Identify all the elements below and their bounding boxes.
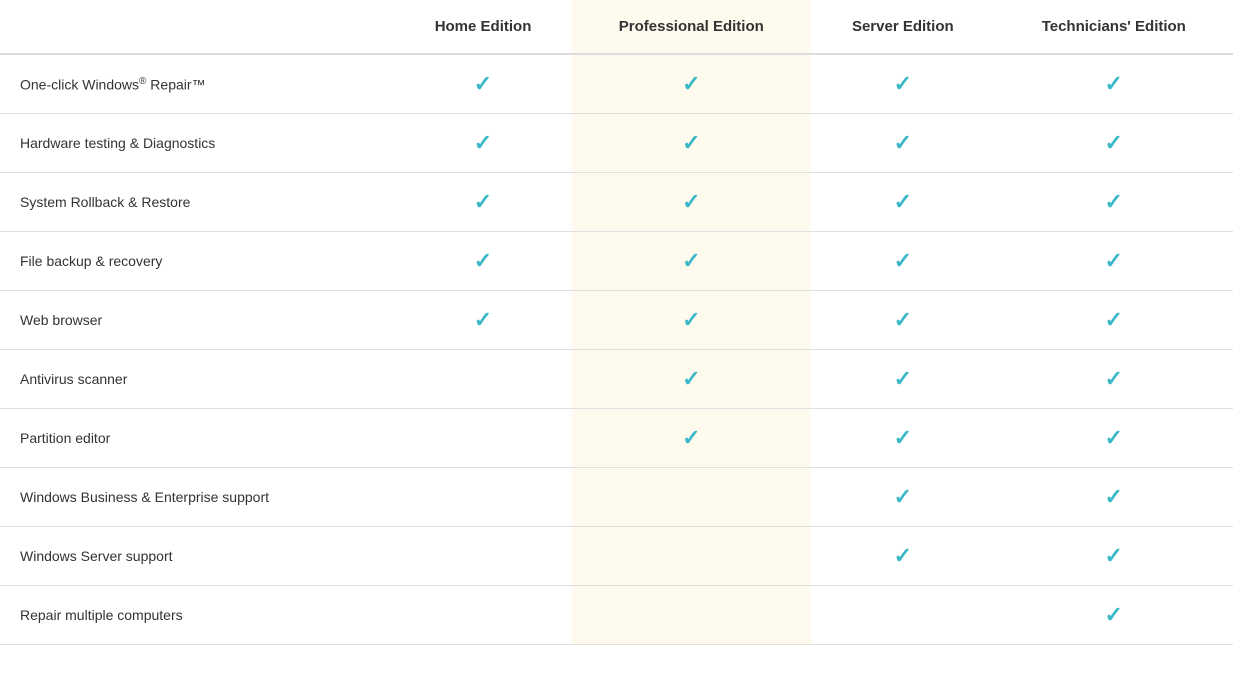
technicians-check-cell xyxy=(995,586,1233,645)
feature-name-cell: System Rollback & Restore xyxy=(0,173,395,232)
check-icon xyxy=(682,71,700,96)
check-icon xyxy=(894,484,912,509)
check-icon xyxy=(1105,71,1123,96)
table-row: Hardware testing & Diagnostics xyxy=(0,114,1233,173)
professional-check-cell xyxy=(572,350,812,409)
table-row: Windows Server support xyxy=(0,527,1233,586)
feature-name-cell: Hardware testing & Diagnostics xyxy=(0,114,395,173)
professional-check-cell xyxy=(572,409,812,468)
check-icon xyxy=(1105,602,1123,627)
check-icon xyxy=(474,189,492,214)
feature-name-cell: Web browser xyxy=(0,291,395,350)
server-check-cell xyxy=(811,291,994,350)
table-row: Repair multiple computers xyxy=(0,586,1233,645)
technicians-check-cell xyxy=(995,114,1233,173)
table-row: One-click Windows® Repair™ xyxy=(0,54,1233,114)
check-icon xyxy=(682,248,700,273)
table-row: Windows Business & Enterprise support xyxy=(0,468,1233,527)
check-icon xyxy=(682,130,700,155)
technicians-check-cell xyxy=(995,173,1233,232)
feature-name-cell: Windows Server support xyxy=(0,527,395,586)
col-header-feature xyxy=(0,0,395,54)
check-icon xyxy=(1105,189,1123,214)
check-icon xyxy=(894,189,912,214)
table-row: Web browser xyxy=(0,291,1233,350)
check-icon xyxy=(682,366,700,391)
professional-check-cell xyxy=(572,527,812,586)
check-icon xyxy=(474,71,492,96)
home-check-cell xyxy=(395,54,572,114)
home-check-cell xyxy=(395,114,572,173)
col-header-professional: Professional Edition xyxy=(572,0,812,54)
check-icon xyxy=(894,307,912,332)
professional-check-cell xyxy=(572,586,812,645)
comparison-table: Home Edition Professional Edition Server… xyxy=(0,0,1233,691)
feature-name-cell: Repair multiple computers xyxy=(0,586,395,645)
check-icon xyxy=(894,425,912,450)
home-check-cell xyxy=(395,468,572,527)
table-row: Antivirus scanner xyxy=(0,350,1233,409)
check-icon xyxy=(1105,307,1123,332)
col-header-technicians: Technicians' Edition xyxy=(995,0,1233,54)
home-check-cell xyxy=(395,173,572,232)
home-check-cell xyxy=(395,232,572,291)
professional-check-cell xyxy=(572,54,812,114)
professional-check-cell xyxy=(572,114,812,173)
table-row: File backup & recovery xyxy=(0,232,1233,291)
table-row: System Rollback & Restore xyxy=(0,173,1233,232)
feature-name-cell: File backup & recovery xyxy=(0,232,395,291)
professional-check-cell xyxy=(572,232,812,291)
technicians-check-cell xyxy=(995,350,1233,409)
professional-check-cell xyxy=(572,468,812,527)
check-icon xyxy=(1105,248,1123,273)
col-header-home: Home Edition xyxy=(395,0,572,54)
check-icon xyxy=(894,543,912,568)
server-check-cell xyxy=(811,232,994,291)
professional-check-cell xyxy=(572,291,812,350)
feature-name-cell: Windows Business & Enterprise support xyxy=(0,468,395,527)
home-check-cell xyxy=(395,350,572,409)
technicians-check-cell xyxy=(995,291,1233,350)
check-icon xyxy=(474,130,492,155)
technicians-check-cell xyxy=(995,409,1233,468)
check-icon xyxy=(682,189,700,214)
server-check-cell xyxy=(811,173,994,232)
home-check-cell xyxy=(395,291,572,350)
server-check-cell xyxy=(811,468,994,527)
check-icon xyxy=(1105,543,1123,568)
server-check-cell xyxy=(811,350,994,409)
check-icon xyxy=(1105,484,1123,509)
check-icon xyxy=(474,248,492,273)
technicians-check-cell xyxy=(995,468,1233,527)
check-icon xyxy=(1105,425,1123,450)
home-check-cell xyxy=(395,586,572,645)
server-check-cell xyxy=(811,54,994,114)
feature-name-cell: One-click Windows® Repair™ xyxy=(0,54,395,114)
col-header-server: Server Edition xyxy=(811,0,994,54)
server-check-cell xyxy=(811,586,994,645)
feature-name-cell: Antivirus scanner xyxy=(0,350,395,409)
check-icon xyxy=(894,248,912,273)
technicians-check-cell xyxy=(995,232,1233,291)
server-check-cell xyxy=(811,527,994,586)
home-check-cell xyxy=(395,527,572,586)
check-icon xyxy=(894,366,912,391)
feature-name-cell: Partition editor xyxy=(0,409,395,468)
server-check-cell xyxy=(811,114,994,173)
technicians-check-cell xyxy=(995,527,1233,586)
home-check-cell xyxy=(395,409,572,468)
check-icon xyxy=(1105,366,1123,391)
table-row: Partition editor xyxy=(0,409,1233,468)
technicians-check-cell xyxy=(995,54,1233,114)
check-icon xyxy=(894,71,912,96)
check-icon xyxy=(474,307,492,332)
check-icon xyxy=(682,425,700,450)
professional-check-cell xyxy=(572,173,812,232)
check-icon xyxy=(682,307,700,332)
server-check-cell xyxy=(811,409,994,468)
check-icon xyxy=(894,130,912,155)
check-icon xyxy=(1105,130,1123,155)
